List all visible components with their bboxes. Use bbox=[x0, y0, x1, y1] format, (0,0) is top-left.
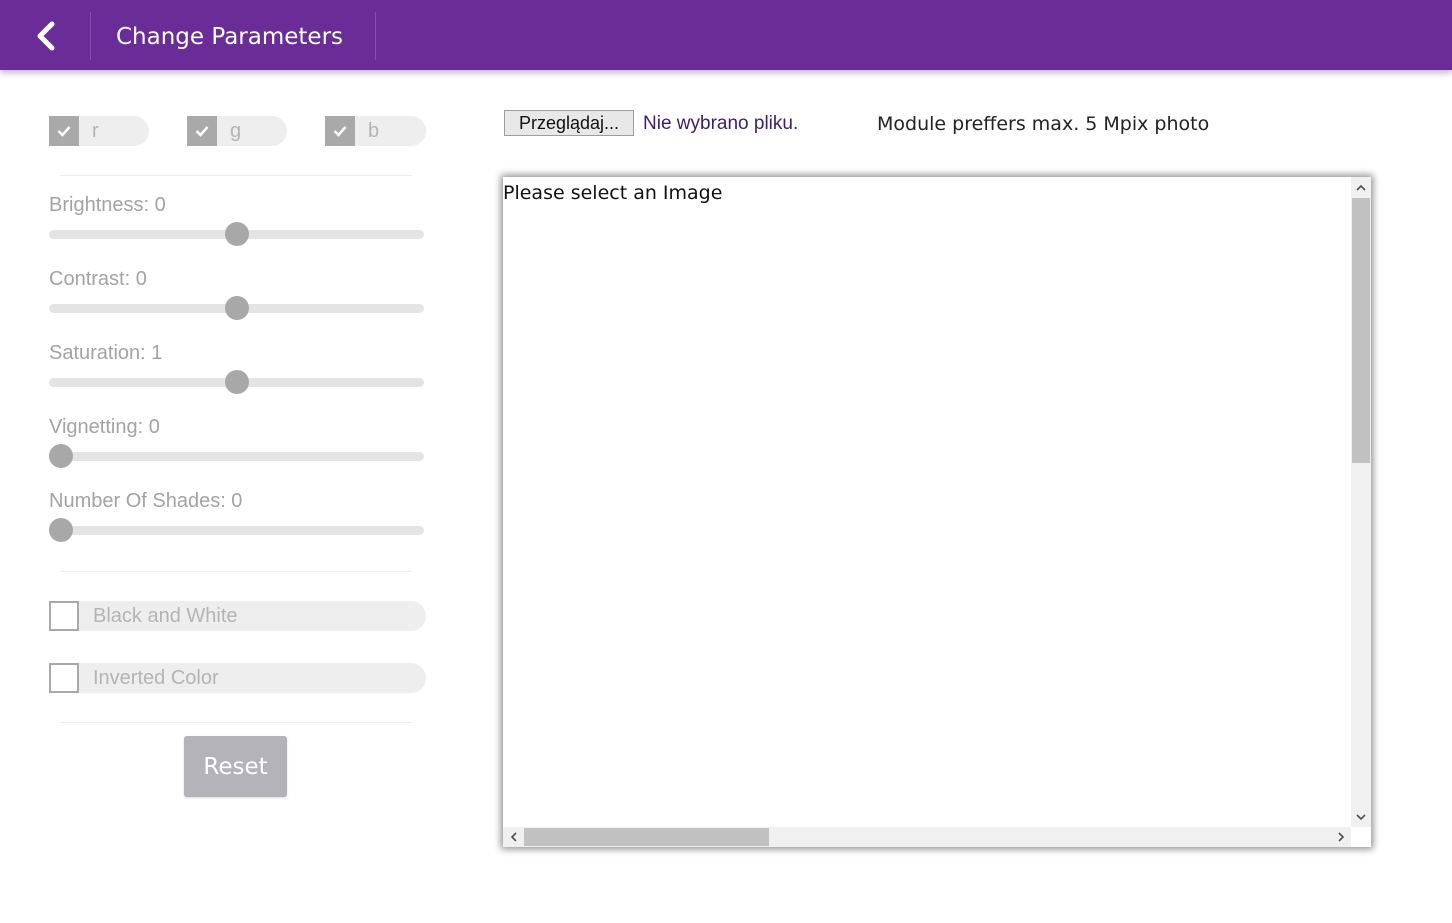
header-divider bbox=[375, 12, 376, 60]
channel-g-checkbox[interactable]: g bbox=[187, 116, 287, 146]
checkbox-box[interactable] bbox=[325, 116, 355, 146]
number-of-shades-label: Number Of Shades: 0 bbox=[49, 490, 243, 512]
saturation-slider[interactable] bbox=[49, 370, 424, 394]
horizontal-scrollbar[interactable] bbox=[503, 827, 1353, 847]
horizontal-scroll-thumb[interactable] bbox=[524, 828, 769, 846]
app-header: Change Parameters bbox=[0, 0, 1452, 70]
channel-b-label: b bbox=[368, 120, 380, 142]
checkmark-icon bbox=[333, 126, 347, 137]
slider-thumb[interactable] bbox=[224, 370, 249, 394]
checkbox-box[interactable] bbox=[49, 663, 79, 693]
channel-g-label: g bbox=[230, 120, 242, 142]
checkbox-box[interactable] bbox=[49, 116, 79, 146]
chevron-down-icon bbox=[1356, 813, 1366, 820]
channel-b-checkbox[interactable]: b bbox=[325, 116, 426, 146]
scroll-right-button[interactable] bbox=[1331, 827, 1351, 847]
checkmark-icon bbox=[57, 126, 71, 137]
section-divider bbox=[60, 722, 412, 723]
chevron-up-icon bbox=[1356, 184, 1366, 191]
brightness-slider[interactable] bbox=[49, 222, 424, 246]
browse-file-button[interactable]: Przeglądaj... bbox=[504, 110, 634, 136]
black-and-white-label: Black and White bbox=[93, 605, 238, 627]
scrollbar-corner bbox=[1351, 827, 1371, 847]
vignetting-label: Vignetting: 0 bbox=[49, 416, 160, 438]
number-of-shades-slider[interactable] bbox=[49, 518, 424, 542]
channel-r-label: r bbox=[92, 120, 99, 142]
image-preview-area[interactable]: Please select an Image bbox=[503, 177, 1371, 847]
slider-thumb[interactable] bbox=[49, 518, 73, 542]
chevron-left-icon bbox=[510, 832, 517, 842]
vignetting-slider[interactable] bbox=[49, 444, 424, 468]
inverted-color-label: Inverted Color bbox=[93, 667, 219, 689]
scroll-down-button[interactable] bbox=[1351, 807, 1371, 827]
scroll-left-button[interactable] bbox=[503, 827, 523, 847]
slider-thumb[interactable] bbox=[49, 444, 73, 468]
slider-thumb[interactable] bbox=[224, 296, 249, 320]
page-title: Change Parameters bbox=[116, 24, 344, 50]
contrast-slider[interactable] bbox=[49, 296, 424, 320]
black-and-white-checkbox[interactable]: Black and White bbox=[49, 601, 426, 631]
slider-thumb[interactable] bbox=[224, 222, 249, 246]
chevron-right-icon bbox=[1337, 832, 1344, 842]
vertical-scrollbar[interactable] bbox=[1351, 177, 1371, 827]
scroll-up-button[interactable] bbox=[1351, 177, 1371, 197]
channel-r-checkbox[interactable]: r bbox=[49, 116, 149, 146]
chevron-left-icon bbox=[37, 21, 55, 51]
checkbox-box[interactable] bbox=[187, 116, 217, 146]
reset-button[interactable]: Reset bbox=[184, 736, 287, 797]
contrast-label: Contrast: 0 bbox=[49, 268, 147, 290]
checkmark-icon bbox=[195, 126, 209, 137]
section-divider bbox=[60, 571, 412, 572]
section-divider bbox=[60, 175, 412, 176]
saturation-label: Saturation: 1 bbox=[49, 342, 163, 364]
file-status-text: Nie wybrano pliku. bbox=[643, 113, 799, 134]
header-divider bbox=[90, 12, 91, 60]
back-button[interactable] bbox=[14, 10, 78, 62]
brightness-label: Brightness: 0 bbox=[49, 194, 166, 216]
vertical-scroll-thumb[interactable] bbox=[1352, 198, 1370, 463]
file-size-hint: Module preffers max. 5 Mpix photo bbox=[877, 113, 1210, 135]
checkbox-box[interactable] bbox=[49, 601, 79, 631]
inverted-color-checkbox[interactable]: Inverted Color bbox=[49, 663, 426, 693]
image-placeholder-text: Please select an Image bbox=[503, 182, 723, 204]
